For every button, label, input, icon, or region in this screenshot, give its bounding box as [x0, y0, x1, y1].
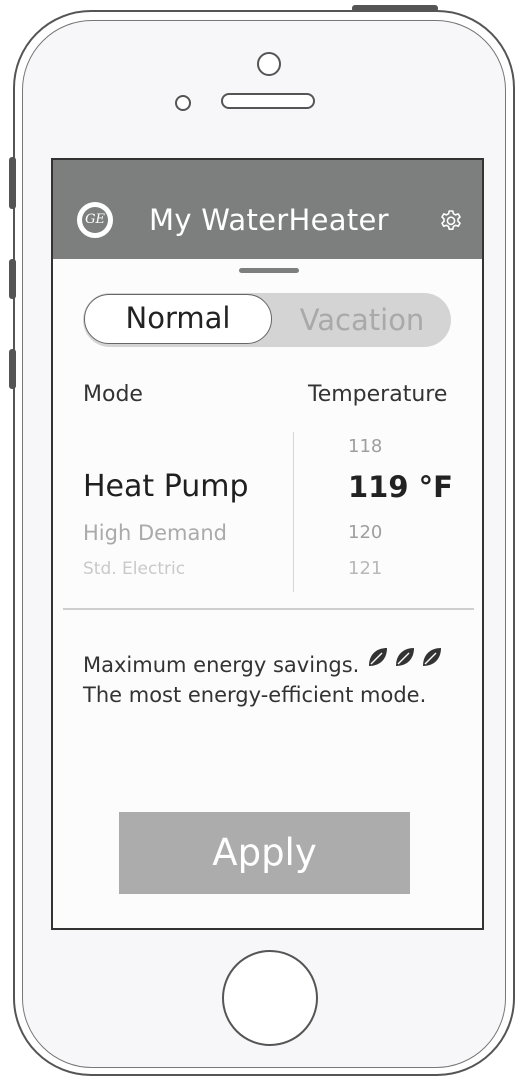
temperature-option[interactable]: 120 [348, 522, 382, 544]
apply-button[interactable]: Apply [119, 812, 410, 894]
leaf-icon [423, 648, 441, 666]
mode-option[interactable]: High Demand [83, 520, 227, 546]
volume-down-button [9, 349, 16, 389]
app-screen: GE My WaterHeater Vacation Normal Mode T… [51, 158, 484, 930]
mode-option[interactable]: Std. Electric [83, 558, 185, 580]
proximity-sensor [175, 95, 191, 111]
mode-description-line2: The most energy-efficient mode. [83, 683, 427, 707]
earpiece-speaker [221, 93, 315, 109]
drag-handle[interactable] [239, 268, 299, 273]
front-camera [257, 52, 281, 76]
temperature-option[interactable]: 121 [348, 558, 382, 580]
mode-description-line1: Maximum energy savings. [83, 653, 360, 677]
temperature-option[interactable]: 118 [348, 436, 382, 458]
logo-monogram: GE [82, 207, 108, 233]
leaf-icon [369, 648, 387, 666]
home-button[interactable] [222, 950, 318, 1046]
leaf-icon [396, 648, 414, 666]
tab-normal[interactable]: Normal [84, 294, 272, 344]
mode-toggle: Vacation Normal [83, 293, 451, 347]
mode-label: Mode [83, 382, 143, 407]
temperature-option-selected[interactable]: 119 °F [348, 469, 453, 505]
ge-logo-icon: GE [77, 202, 113, 238]
app-title: My WaterHeater [149, 203, 389, 237]
mode-option-selected[interactable]: Heat Pump [83, 469, 249, 505]
app-header: GE My WaterHeater [53, 160, 482, 259]
picker-divider [293, 432, 294, 592]
tab-vacation[interactable]: Vacation [273, 294, 451, 346]
mute-switch [9, 157, 16, 209]
temperature-label: Temperature [308, 382, 448, 407]
volume-up-button [9, 259, 16, 299]
gear-icon[interactable] [437, 208, 465, 236]
section-divider [63, 608, 474, 610]
power-button [352, 5, 438, 12]
